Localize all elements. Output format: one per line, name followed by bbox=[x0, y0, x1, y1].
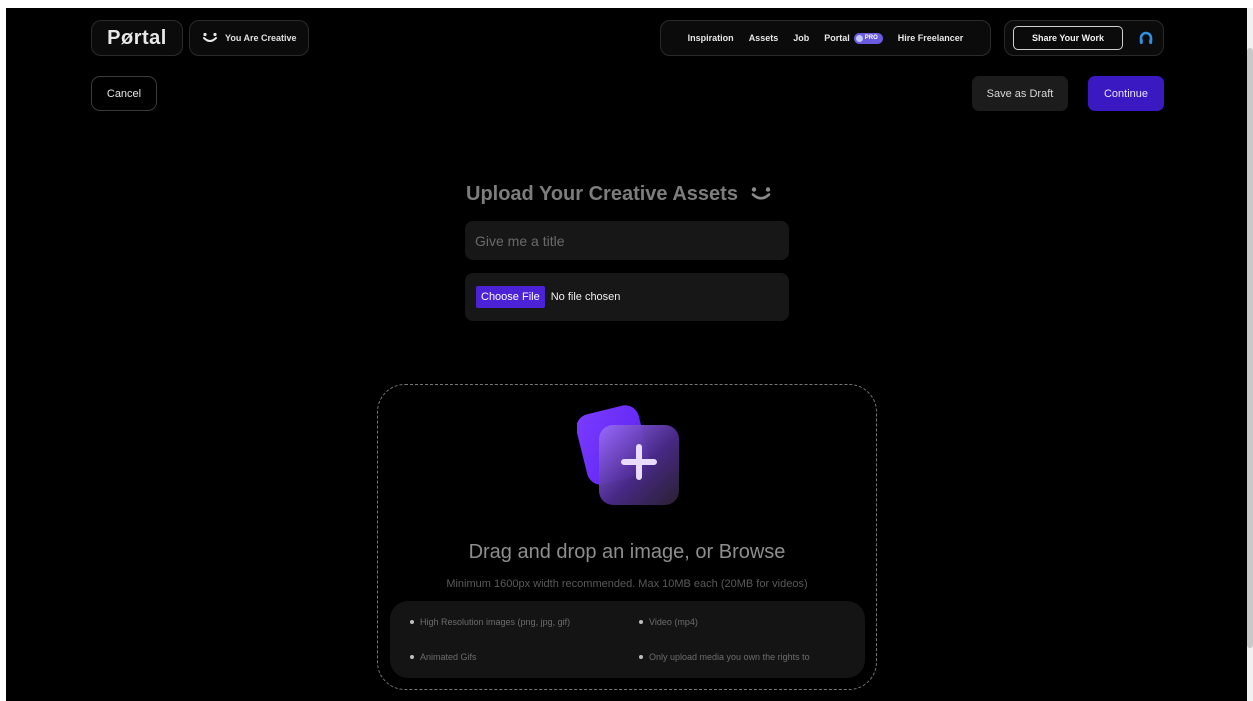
pro-badge-label: PRO bbox=[864, 35, 878, 41]
nav-assets[interactable]: Assets bbox=[749, 33, 779, 43]
nav-job[interactable]: Job bbox=[793, 33, 809, 43]
choose-file-button[interactable]: Choose File bbox=[476, 286, 545, 308]
dropzone-subtitle: Minimum 1600px width recommended. Max 10… bbox=[446, 578, 808, 590]
requirement-text: Animated Gifs bbox=[420, 652, 477, 662]
nav-portal-pro[interactable]: Portal PRO bbox=[824, 32, 883, 44]
pro-star-icon bbox=[855, 34, 863, 42]
pro-badge: PRO bbox=[853, 32, 883, 44]
bullet-icon bbox=[639, 655, 643, 659]
bullet-icon bbox=[410, 620, 414, 624]
requirements-panel: High Resolution images (png, jpg, gif) V… bbox=[390, 601, 865, 678]
list-item: Animated Gifs bbox=[410, 652, 477, 662]
nav-portal-label: Portal bbox=[824, 33, 850, 43]
dropzone-title: Drag and drop an image, or Browse bbox=[468, 541, 786, 563]
cancel-button[interactable]: Cancel bbox=[91, 76, 157, 111]
smile-icon bbox=[203, 32, 217, 42]
smile-icon bbox=[751, 187, 771, 200]
upload-dropzone[interactable]: Drag and drop an image, or Browse Minimu… bbox=[377, 384, 877, 690]
add-media-icon bbox=[577, 405, 679, 505]
list-item: Only upload media you own the rights to bbox=[639, 652, 810, 662]
page-scrollbar[interactable] bbox=[1247, 8, 1253, 701]
share-container: Share Your Work bbox=[1004, 20, 1164, 56]
nav-hire-freelancer[interactable]: Hire Freelancer bbox=[898, 33, 964, 43]
continue-button[interactable]: Continue bbox=[1088, 76, 1164, 111]
requirement-text: Video (mp4) bbox=[649, 617, 698, 627]
main-nav: Inspiration Assets Job Portal PRO Hire F… bbox=[660, 20, 991, 56]
save-as-draft-button[interactable]: Save as Draft bbox=[972, 76, 1068, 111]
headset-avatar-icon bbox=[1139, 31, 1153, 44]
avatar[interactable] bbox=[1137, 29, 1155, 47]
app-window: Pørtal You Are Creative Inspiration Asse… bbox=[6, 8, 1247, 701]
scrollbar-thumb[interactable] bbox=[1247, 48, 1253, 648]
logo-text: Pørtal bbox=[107, 26, 167, 49]
page-title-text: Upload Your Creative Assets bbox=[466, 182, 738, 205]
nav-inspiration[interactable]: Inspiration bbox=[688, 33, 734, 43]
share-your-work-button[interactable]: Share Your Work bbox=[1013, 26, 1123, 50]
file-status: No file chosen bbox=[550, 291, 621, 303]
title-input[interactable] bbox=[465, 221, 789, 260]
requirement-text: Only upload media you own the rights to bbox=[649, 652, 810, 662]
file-input[interactable]: Choose File No file chosen bbox=[465, 273, 789, 321]
list-item: High Resolution images (png, jpg, gif) bbox=[410, 617, 570, 627]
list-item: Video (mp4) bbox=[639, 617, 698, 627]
portal-logo[interactable]: Pørtal bbox=[91, 20, 183, 56]
page-title: Upload Your Creative Assets bbox=[466, 180, 796, 208]
tagline-pill[interactable]: You Are Creative bbox=[189, 20, 309, 56]
bullet-icon bbox=[410, 655, 414, 659]
tagline-text: You Are Creative bbox=[225, 33, 297, 43]
bullet-icon bbox=[639, 620, 643, 624]
requirement-text: High Resolution images (png, jpg, gif) bbox=[420, 617, 571, 627]
